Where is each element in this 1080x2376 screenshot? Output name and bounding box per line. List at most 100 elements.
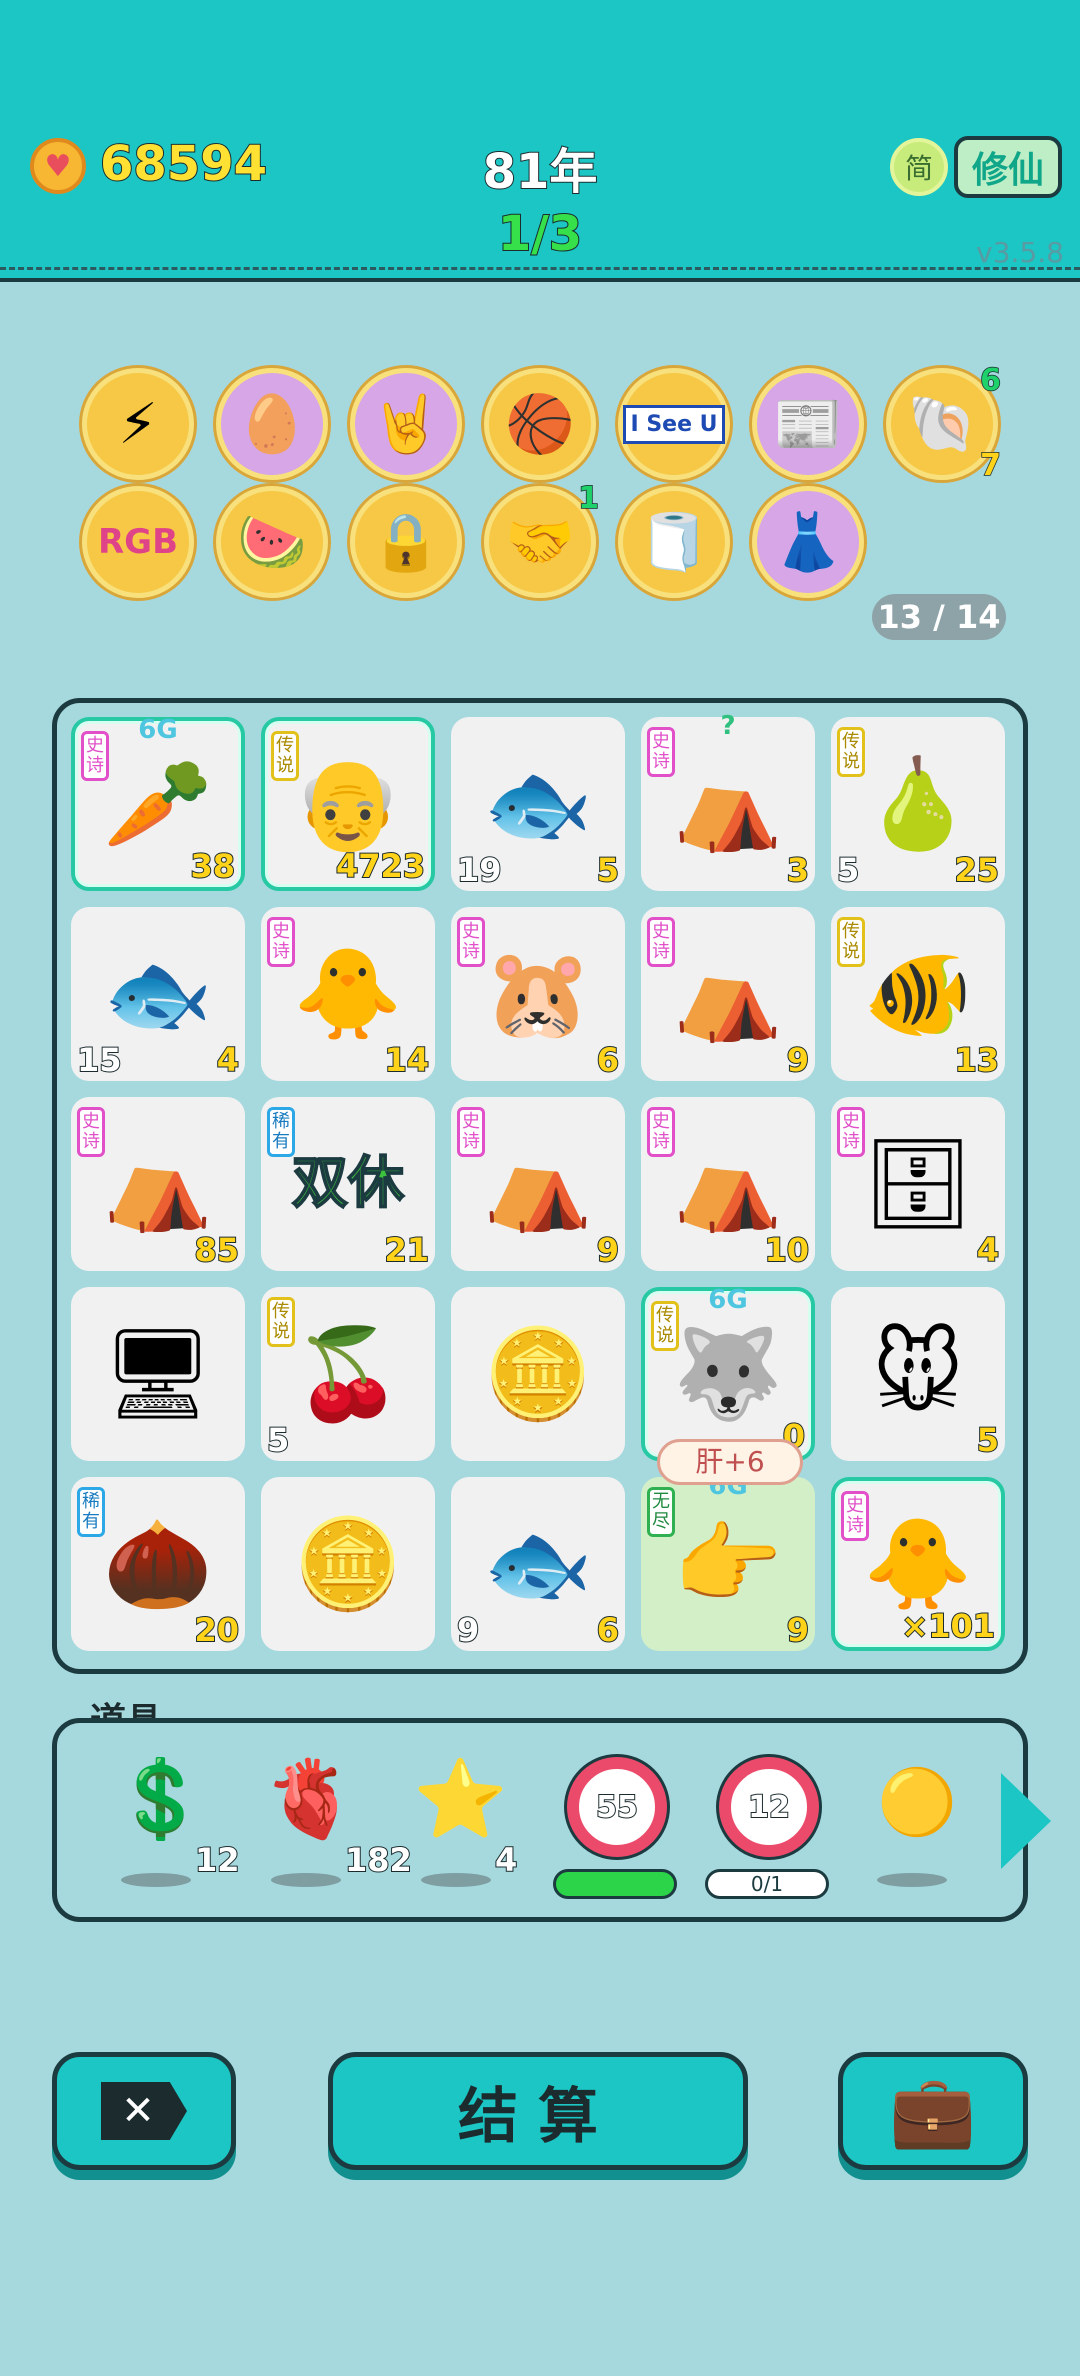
rgb-icon[interactable]: RGB [82, 486, 194, 598]
rarity-tag: 史诗 [647, 917, 675, 967]
safe-icon[interactable]: 🔒 [350, 486, 462, 598]
top-bar: ♥ 68594 81年 1/3 简 修仙 v3.5.8 [0, 0, 1080, 282]
cell-value: 4723 [335, 846, 426, 886]
star-icon[interactable]: ⭐ [413, 1761, 508, 1837]
board-cell-fish[interactable]: 🐟 4 15 [71, 907, 245, 1081]
cell-value: 6 [596, 1040, 620, 1080]
rarity-tag: 史诗 [647, 1107, 675, 1157]
mode-button[interactable]: 修仙 [954, 136, 1062, 198]
briefcase-icon: 💼 [889, 2069, 977, 2152]
ring2-counter[interactable]: 12 [719, 1757, 819, 1857]
board-cell-graphics-card[interactable]: 🖥 [71, 1287, 245, 1461]
pear-icon: 🍐 [863, 752, 973, 855]
board-cell-gopher[interactable]: 🐹 史诗 6 [451, 907, 625, 1081]
cell-value: 10 [763, 1230, 810, 1270]
board-cell-rabbit-tent[interactable]: ⛺ 史诗? 3 [641, 711, 815, 891]
board-cell-rabbit-tent-xi[interactable]: ⛺ 史诗 10 [641, 1097, 815, 1271]
rarity-tag: 史诗 [81, 731, 109, 781]
round-label: 1/3 [497, 205, 583, 263]
board-cell-koi-fish[interactable]: 🐠 传说 13 [831, 907, 1005, 1081]
cell-value: 4 [216, 1040, 240, 1080]
board-cell-chick-boy-king[interactable]: 🐥 史诗 ×101 [831, 1477, 1005, 1651]
rarity-tag: 史诗 [841, 1491, 869, 1541]
board-cell-chestnut[interactable]: 🌰 稀有 20 [71, 1477, 245, 1651]
board-cell-rabbit-tent[interactable]: ⛺ 史诗 85 [71, 1097, 245, 1271]
liver-icon[interactable]: 🫀 [263, 1761, 358, 1837]
fruit-plate-icon-glyph: 🍉 [237, 510, 307, 575]
basketballs-icon[interactable]: 🏀 [484, 368, 596, 480]
close-button[interactable]: ✕ [52, 2052, 236, 2170]
board-cell-longan[interactable]: 🍒 传说 5 [261, 1287, 435, 1461]
egg-icon[interactable]: 🥚 [216, 368, 328, 480]
rock-hand-icon[interactable]: 🤘 [350, 368, 462, 480]
rarity-tag: 传说 [267, 1297, 295, 1347]
board-cell-mouse[interactable]: 🐭 5 [831, 1287, 1005, 1461]
koi-fish-icon: 🐠 [863, 942, 973, 1045]
cell-value: 85 [193, 1230, 240, 1270]
items-panel: 💲 12 🫀 182 ⭐ 4 55 12 0/1 🟡 [52, 1718, 1051, 1922]
board-cell-fish[interactable]: 🐟 6 9 [451, 1477, 625, 1651]
mouse-icon: 🐭 [872, 1322, 964, 1425]
cell-top-label: ? [720, 711, 736, 741]
rabbit-tent-icon: ⛺ [673, 752, 783, 855]
board-cell-fish[interactable]: 🐟 5 19 [451, 717, 625, 891]
fruit-plate-icon[interactable]: 🍉 [216, 486, 328, 598]
old-man-king-icon: 👴 [293, 752, 403, 855]
board-cell-coins-pile[interactable]: 🪙 [261, 1477, 435, 1651]
rarity-tag: 史诗 [267, 917, 295, 967]
rarity-tag: 史诗 [837, 1107, 865, 1157]
board-cell-rabbit-tent[interactable]: ⛺ 史诗 9 [641, 907, 815, 1081]
shell-icon[interactable]: 🐚 6 7 [886, 362, 1002, 484]
relic-top-badge: 1 [577, 480, 599, 517]
board-cell-pear[interactable]: 🍐 传说 25 5 [831, 717, 1005, 891]
golden-orb-icon[interactable]: 🟡 [877, 1771, 957, 1835]
relic-count-badge: 13 / 14 [872, 594, 1006, 640]
rock-hand-icon-glyph: 🤘 [371, 392, 441, 457]
lightning-icon[interactable]: ⚡ [82, 368, 194, 480]
chick-boy-icon: 🐥 [293, 942, 403, 1045]
fish-icon: 🐟 [483, 1512, 593, 1615]
rabbit-tent-icon: ⛺ [673, 942, 783, 1045]
cell-value: 3 [786, 850, 810, 890]
skirt-icon[interactable]: 👗 [752, 486, 864, 598]
board-cell-coins-burst[interactable]: 🪙 [451, 1287, 625, 1461]
cell-value: 5 [976, 1420, 1000, 1460]
board-cell-double-rest[interactable]: 双休 稀有 21 [261, 1097, 435, 1271]
close-icon: ✕ [101, 2082, 187, 2140]
board-cell-rabbit-tent-king[interactable]: ⛺ 史诗 9 [451, 1097, 625, 1271]
cell-value: 20 [193, 1610, 240, 1650]
board-cell-carrot[interactable]: 🥕 史诗 6G 38 [71, 715, 245, 891]
board-cell-server-rack[interactable]: 🗄 史诗 4 [831, 1097, 1005, 1271]
star-count: 4 [494, 1840, 518, 1880]
carrot-icon: 🥕 [103, 752, 213, 855]
language-toggle[interactable]: 简 [890, 138, 948, 196]
board-cell-chick-boy[interactable]: 🐥 史诗 14 [261, 907, 435, 1081]
handshake-icon[interactable]: 🤝 1 [484, 480, 600, 598]
ring1-counter[interactable]: 55 [567, 1757, 667, 1857]
rgb-label: RGB [97, 522, 178, 562]
board-cell-old-man-king[interactable]: 👴 传说 4723 [261, 717, 435, 891]
board-cell-pointing-hand[interactable]: 👉 无尽 6G 9 [641, 1471, 815, 1651]
rarity-tag: 无尽 [647, 1487, 675, 1537]
rarity-tag: 稀有 [267, 1107, 295, 1157]
dollar-coin-icon[interactable]: 💲 [113, 1761, 208, 1837]
rabbit-tent-king-icon: ⛺ [483, 1132, 593, 1235]
year-label: 81年 [482, 143, 599, 201]
cell-value: 9 [596, 1230, 620, 1270]
cell-top-label: 6G [138, 715, 178, 745]
board-cell-husky-king[interactable]: 🐺 传说 6G 0 [641, 1285, 815, 1461]
shell-icon-glyph: 🐚 [907, 392, 977, 457]
tissue-box-icon[interactable]: 🧻 [618, 486, 730, 598]
time-magazine-icon-glyph: 📰 [773, 392, 843, 457]
next-arrow-icon[interactable] [1001, 1773, 1051, 1869]
time-magazine-icon[interactable]: 📰 [752, 368, 864, 480]
i-see-u-sign-icon[interactable]: I See U [618, 368, 730, 480]
bag-button[interactable]: 💼 [838, 2052, 1028, 2170]
settle-button[interactable]: 结算 [328, 2052, 748, 2170]
item-shadow [121, 1873, 191, 1887]
cell-left-value: 19 [456, 850, 503, 890]
fish-icon: 🐟 [103, 942, 213, 1045]
rarity-tag: 稀有 [77, 1487, 105, 1537]
slot-board: 🥕 史诗 6G 38 👴 传说 4723 🐟 5 19 ⛺ 史诗? 3 🍐 传说 25 5 🐟 4 15 🐥 史诗 14 🐹 史… [52, 698, 1028, 1674]
cell-value: 9 [786, 1610, 810, 1650]
